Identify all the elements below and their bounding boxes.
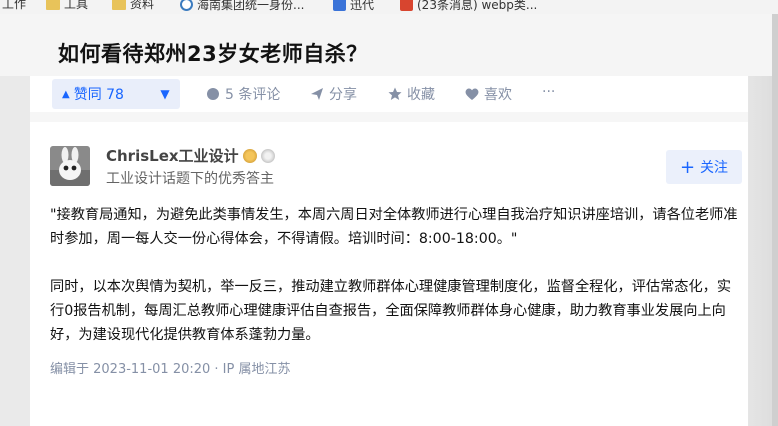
edited-time[interactable]: 编辑于 2023-11-01 20:20 · IP 属地江苏 [50,358,290,377]
question-title[interactable]: 如何看待郑州23岁女老师自杀？ [58,38,368,68]
share-label: 分享 [329,87,357,103]
answer-action-bar: ▲ 赞同 78 ▼ 5 条评论 分享 收藏 喜欢 ··· [30,76,748,112]
bookmarks-bar: 工作 工具 资料 海南集团统一身份... 迅代 (23条消息) webp类... [0,0,778,14]
divider [30,112,748,122]
comments-label: 5 条评论 [225,87,281,103]
share-icon [311,88,323,100]
star-icon [388,87,402,100]
author-name-row: ChrisLex工业设计 [106,145,275,166]
bookmark-work[interactable]: 工作 [2,0,26,10]
bookmark-label: 海南集团统一身份... [197,0,305,12]
arrow-down-icon: ▼ [160,87,170,101]
heart-icon [465,88,479,100]
bookmark-xundai[interactable]: 迅代 [333,0,374,11]
more-icon: ··· [542,84,556,100]
bookmark-webp[interactable]: (23条消息) webp类... [400,0,537,11]
more-button[interactable]: ··· [542,84,555,100]
question-header: 如何看待郑州23岁女老师自杀？ [0,14,778,76]
creator-badge-icon[interactable] [260,148,275,163]
folder-icon [112,0,126,10]
bookmark-identity[interactable]: 海南集团统一身份... [180,0,304,11]
follow-button[interactable]: + 关注 [666,150,742,184]
like-button[interactable]: 喜欢 [465,84,512,104]
collect-label: 收藏 [407,87,435,103]
excellent-answerer-badge-icon[interactable] [242,148,257,163]
arrow-up-icon: ▲ [62,88,70,100]
author-description: 工业设计话题下的优秀答主 [106,171,274,187]
answer-card: ChrisLex工业设计 工业设计话题下的优秀答主 + 关注 "接教育局通知，为… [30,112,748,426]
bookmark-label: 迅代 [350,0,375,12]
swirl-icon [180,0,193,11]
vote-down-button[interactable]: ▼ [150,79,180,109]
scrollbar[interactable] [772,14,778,426]
answer-paragraph: "接教育局通知，为避免此类事情发生，本周六周日对全体教师进行心理自我治疗知识讲座… [50,207,738,247]
plus-icon: + [679,156,696,178]
vote-up-label: 赞同 78 [73,87,124,103]
follow-label: 关注 [700,160,729,176]
bookmark-materials[interactable]: 资料 [112,0,154,10]
bookmark-label: 资料 [130,0,155,11]
like-label: 喜欢 [484,87,512,103]
comment-icon [207,88,219,100]
bookmark-tools[interactable]: 工具 [46,0,88,10]
comments-button[interactable]: 5 条评论 [206,84,280,104]
bookmark-label: 工具 [64,0,89,11]
bookmark-label: (23条消息) webp类... [417,0,538,12]
r-icon [333,0,346,11]
folder-icon [46,0,60,10]
bookmark-label: 工作 [2,0,27,11]
rabbit-avatar-icon [50,146,90,186]
c-icon [400,0,413,11]
author-name[interactable]: ChrisLex工业设计 [106,145,239,166]
answer-paragraph: 同时，以本次舆情为契机，举一反三，推动建立教师群体心理健康管理制度化，监督全程化… [50,279,732,343]
share-button[interactable]: 分享 [310,84,357,104]
collect-button[interactable]: 收藏 [388,84,435,104]
avatar[interactable] [50,146,90,186]
